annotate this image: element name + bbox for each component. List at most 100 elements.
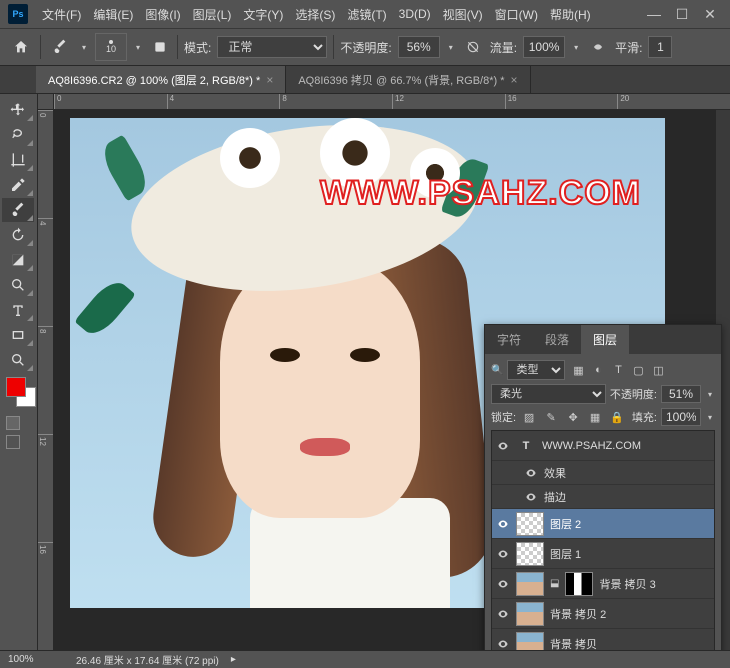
menu-filter[interactable]: 滤镜(T) bbox=[341, 6, 392, 23]
layer-fill-input[interactable] bbox=[661, 408, 701, 426]
lock-all-icon[interactable]: 🔒 bbox=[608, 408, 626, 426]
visibility-toggle[interactable] bbox=[496, 547, 510, 561]
brush-tool-icon[interactable] bbox=[47, 34, 73, 60]
filter-pixel-icon[interactable]: ▦ bbox=[569, 361, 587, 379]
menu-layer[interactable]: 图层(L) bbox=[187, 6, 238, 23]
canvas-area: 048121620 0481216 WWW.PSAHZ.COM UiBQ.CoM bbox=[38, 94, 730, 650]
visibility-toggle[interactable] bbox=[496, 607, 510, 621]
menu-help[interactable]: 帮助(H) bbox=[544, 6, 597, 23]
airbrush-icon[interactable] bbox=[587, 36, 609, 58]
close-button[interactable]: ✕ bbox=[698, 5, 722, 23]
layer-blend-mode[interactable]: 柔光 bbox=[491, 384, 606, 404]
eyedropper-tool[interactable] bbox=[2, 173, 34, 197]
history-brush-tool[interactable] bbox=[2, 223, 34, 247]
layer-filter-type[interactable]: 类型 bbox=[507, 360, 565, 380]
mask-link-icon[interactable]: ⬓ bbox=[550, 578, 559, 589]
visibility-toggle[interactable] bbox=[496, 637, 510, 651]
menu-edit[interactable]: 编辑(E) bbox=[87, 6, 139, 23]
brush-panel-icon[interactable] bbox=[149, 36, 171, 58]
document-tab-active[interactable]: AQ8I6396.CR2 @ 100% (图层 2, RGB/8*) * × bbox=[36, 66, 286, 93]
close-icon[interactable]: × bbox=[266, 73, 273, 87]
document-info[interactable]: 26.46 厘米 x 17.64 厘米 (72 ppi) bbox=[76, 652, 219, 667]
opacity-dropdown[interactable]: ▾ bbox=[705, 390, 715, 399]
opacity-dropdown[interactable]: ▾ bbox=[446, 43, 456, 52]
document-tab[interactable]: AQ8I6396 拷贝 @ 66.7% (背景, RGB/8*) * × bbox=[286, 66, 530, 93]
dodge-tool[interactable] bbox=[2, 273, 34, 297]
pressure-opacity-icon[interactable] bbox=[462, 36, 484, 58]
menu-image[interactable]: 图像(I) bbox=[139, 6, 186, 23]
home-icon[interactable] bbox=[8, 34, 34, 60]
layer-opacity-input[interactable] bbox=[661, 385, 701, 403]
ruler-vertical[interactable]: 0481216 bbox=[38, 110, 54, 650]
blend-mode-select[interactable]: 正常 bbox=[217, 36, 327, 58]
zoom-tool[interactable] bbox=[2, 348, 34, 372]
type-tool[interactable] bbox=[2, 298, 34, 322]
fill-label: 填充: bbox=[632, 409, 657, 425]
visibility-toggle[interactable] bbox=[524, 466, 538, 480]
layer-name: 图层 1 bbox=[550, 546, 581, 562]
maximize-button[interactable]: ☐ bbox=[670, 5, 694, 23]
panel-tab-character[interactable]: 字符 bbox=[485, 325, 533, 354]
brush-preview[interactable]: 10 bbox=[95, 33, 127, 61]
close-icon[interactable]: × bbox=[511, 73, 518, 87]
layer-item-selected[interactable]: 图层 2 bbox=[492, 509, 714, 539]
layer-name: 背景 拷贝 bbox=[550, 636, 597, 651]
menu-select[interactable]: 选择(S) bbox=[289, 6, 341, 23]
status-bar: 100% 26.46 厘米 x 17.64 厘米 (72 ppi) ▸ bbox=[0, 650, 730, 668]
crop-tool[interactable] bbox=[2, 148, 34, 172]
tab-label: AQ8I6396.CR2 @ 100% (图层 2, RGB/8*) * bbox=[48, 72, 260, 88]
visibility-toggle[interactable] bbox=[496, 577, 510, 591]
filter-type-icon[interactable]: T bbox=[609, 361, 627, 379]
menu-type[interactable]: 文字(Y) bbox=[237, 6, 289, 23]
lock-label: 锁定: bbox=[491, 409, 516, 425]
smoothing-input[interactable] bbox=[648, 36, 672, 58]
opacity-input[interactable] bbox=[398, 36, 440, 58]
lock-paint-icon[interactable]: ✎ bbox=[542, 408, 560, 426]
app-icon: Ps bbox=[8, 4, 28, 24]
layer-effects[interactable]: 效果 bbox=[492, 461, 714, 485]
layer-item[interactable]: 图层 1 bbox=[492, 539, 714, 569]
panel-tab-layers[interactable]: 图层 bbox=[581, 325, 629, 354]
move-tool[interactable] bbox=[2, 98, 34, 122]
layer-name: 图层 2 bbox=[550, 516, 581, 532]
visibility-toggle[interactable] bbox=[496, 439, 510, 453]
filter-shape-icon[interactable]: ▢ bbox=[629, 361, 647, 379]
visibility-toggle[interactable] bbox=[496, 517, 510, 531]
foreground-color[interactable] bbox=[6, 377, 26, 397]
screenmode-icon[interactable] bbox=[6, 435, 20, 449]
rectangle-tool[interactable] bbox=[2, 323, 34, 347]
menu-view[interactable]: 视图(V) bbox=[437, 6, 489, 23]
menu-3d[interactable]: 3D(D) bbox=[393, 7, 437, 21]
brush-picker-dropdown[interactable]: ▾ bbox=[133, 43, 143, 52]
filter-smart-icon[interactable]: ◫ bbox=[649, 361, 667, 379]
fill-dropdown[interactable]: ▾ bbox=[705, 413, 715, 422]
menu-file[interactable]: 文件(F) bbox=[36, 6, 87, 23]
document-tabs: AQ8I6396.CR2 @ 100% (图层 2, RGB/8*) * × A… bbox=[0, 66, 730, 94]
tool-preset-dropdown[interactable]: ▾ bbox=[79, 43, 89, 52]
gradient-tool[interactable] bbox=[2, 248, 34, 272]
brush-tool[interactable] bbox=[2, 198, 34, 222]
layer-item[interactable]: ⬓ 背景 拷贝 3 bbox=[492, 569, 714, 599]
lasso-tool[interactable] bbox=[2, 123, 34, 147]
flow-input[interactable] bbox=[523, 36, 565, 58]
minimize-button[interactable]: — bbox=[642, 5, 666, 23]
lock-artboard-icon[interactable]: ▦ bbox=[586, 408, 604, 426]
lock-transparent-icon[interactable]: ▨ bbox=[520, 408, 538, 426]
zoom-level[interactable]: 100% bbox=[8, 654, 64, 665]
layer-effect-stroke[interactable]: 描边 bbox=[492, 485, 714, 509]
ruler-horizontal[interactable]: 048121620 bbox=[54, 94, 730, 110]
panel-tab-paragraph[interactable]: 段落 bbox=[533, 325, 581, 354]
layer-item-text[interactable]: T WWW.PSAHZ.COM bbox=[492, 431, 714, 461]
menu-window[interactable]: 窗口(W) bbox=[489, 6, 544, 23]
info-dropdown-icon[interactable]: ▸ bbox=[231, 654, 236, 665]
filter-adjust-icon[interactable]: ◐ bbox=[589, 361, 607, 379]
smoothing-label: 平滑: bbox=[615, 39, 642, 56]
quickmask-icon[interactable] bbox=[6, 416, 20, 430]
mode-label: 模式: bbox=[184, 39, 211, 56]
layer-item[interactable]: 背景 拷贝 bbox=[492, 629, 714, 650]
visibility-toggle[interactable] bbox=[524, 490, 538, 504]
layer-item[interactable]: 背景 拷贝 2 bbox=[492, 599, 714, 629]
toolbox: ⋯ bbox=[0, 94, 38, 650]
lock-position-icon[interactable]: ✥ bbox=[564, 408, 582, 426]
flow-dropdown[interactable]: ▾ bbox=[571, 43, 581, 52]
